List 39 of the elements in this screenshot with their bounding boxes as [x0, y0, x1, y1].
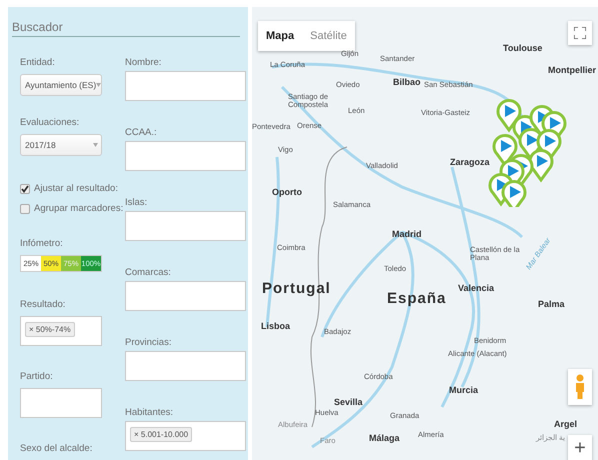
checkbox-label: Agrupar marcadores:	[34, 203, 124, 215]
field-label: CCAA.:	[125, 127, 158, 139]
map-type-tab[interactable]: Satélite	[302, 21, 355, 51]
checkbox-label: Ajustar al resultado:	[34, 183, 118, 195]
city-label: Bilbao	[393, 78, 421, 87]
input-field[interactable]: × 5.001-10.000	[125, 421, 246, 451]
panel-title: Buscador	[12, 20, 240, 37]
city-label: Lisboa	[261, 322, 290, 331]
field-label: Sexo del alcalde:	[20, 443, 94, 455]
filter-tag[interactable]: × 50%-74%	[25, 322, 75, 337]
city-label: Palma	[538, 300, 565, 309]
select-dropdown[interactable]: 2017/18	[20, 134, 102, 156]
city-label: Oporto	[272, 188, 302, 197]
city-label: Madrid	[392, 230, 422, 239]
city-label: Murcia	[449, 386, 478, 395]
field-label: Evaluaciones:	[20, 117, 80, 129]
field-label: Entidad:	[20, 57, 56, 69]
field-label: Nombre:	[125, 57, 162, 69]
city-label: Montpellier	[548, 66, 596, 75]
city-label: Argel	[554, 420, 578, 429]
city-label: Sevilla	[334, 398, 363, 407]
input-field[interactable]: × 50%-74%	[20, 316, 102, 346]
country-label: Portugal	[262, 281, 331, 296]
country-label: España	[387, 291, 446, 306]
select-dropdown[interactable]: Ayuntamiento (ES)	[20, 74, 102, 96]
field-label: Comarcas:	[125, 267, 172, 279]
field-label: Infómetro:	[20, 238, 64, 250]
field-label: Habitantes:	[125, 407, 174, 419]
city-label: Málaga	[369, 434, 400, 443]
field-label: Partido:	[20, 371, 54, 383]
field-label: Islas:	[125, 197, 148, 209]
field-label: Resultado:	[20, 299, 66, 311]
zoom-in-button[interactable]: +	[568, 435, 592, 460]
city-label: Toulouse	[503, 44, 542, 53]
filter-tag[interactable]: × 5.001-10.000	[130, 427, 192, 442]
map-type-tab[interactable]: Mapa	[258, 21, 302, 51]
city-label: Valencia	[458, 284, 494, 293]
city-label: Zaragoza	[450, 158, 490, 167]
field-label: Provincias:	[125, 337, 172, 349]
